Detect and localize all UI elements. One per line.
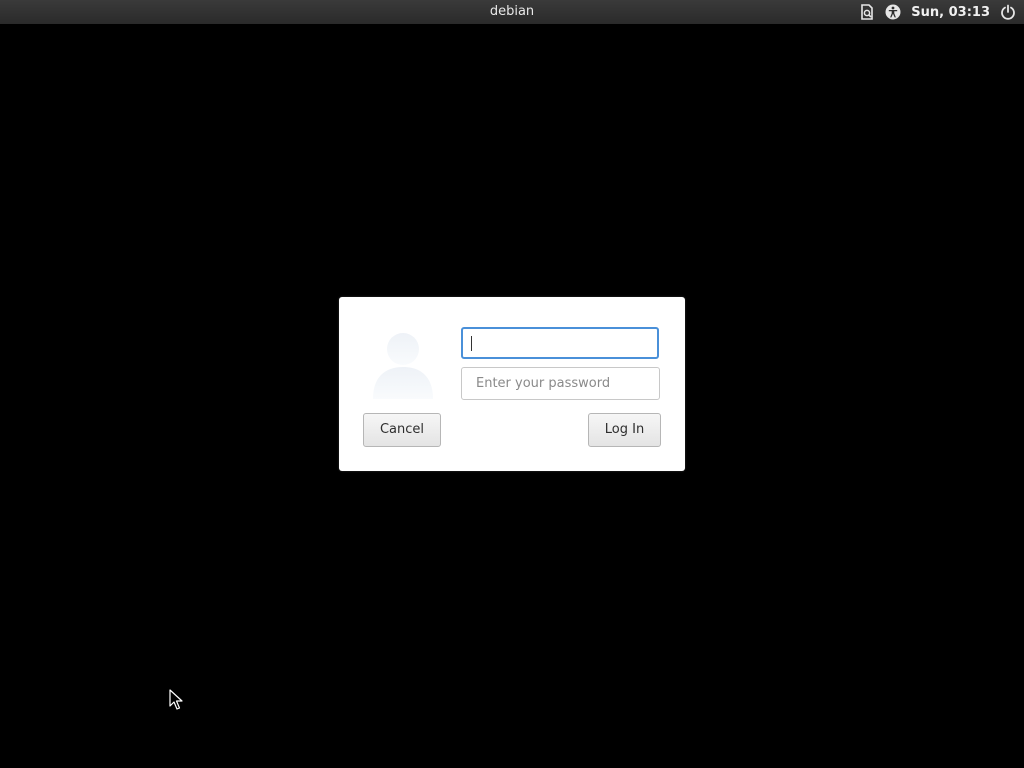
top-bar: debian Sun, 03:13 xyxy=(0,0,1024,24)
username-field[interactable] xyxy=(461,327,659,359)
mouse-pointer-icon xyxy=(169,689,183,711)
user-avatar-icon xyxy=(369,329,437,401)
password-field[interactable] xyxy=(461,367,660,400)
power-icon[interactable] xyxy=(1000,4,1016,20)
login-button[interactable]: Log In xyxy=(588,413,661,447)
cancel-button[interactable]: Cancel xyxy=(363,413,441,447)
accessibility-icon[interactable] xyxy=(885,4,901,20)
login-dialog: Cancel Log In xyxy=(339,297,685,471)
status-area: Sun, 03:13 xyxy=(859,0,1016,24)
text-caret xyxy=(471,336,472,351)
clock[interactable]: Sun, 03:13 xyxy=(911,5,990,20)
document-icon[interactable] xyxy=(859,4,875,20)
